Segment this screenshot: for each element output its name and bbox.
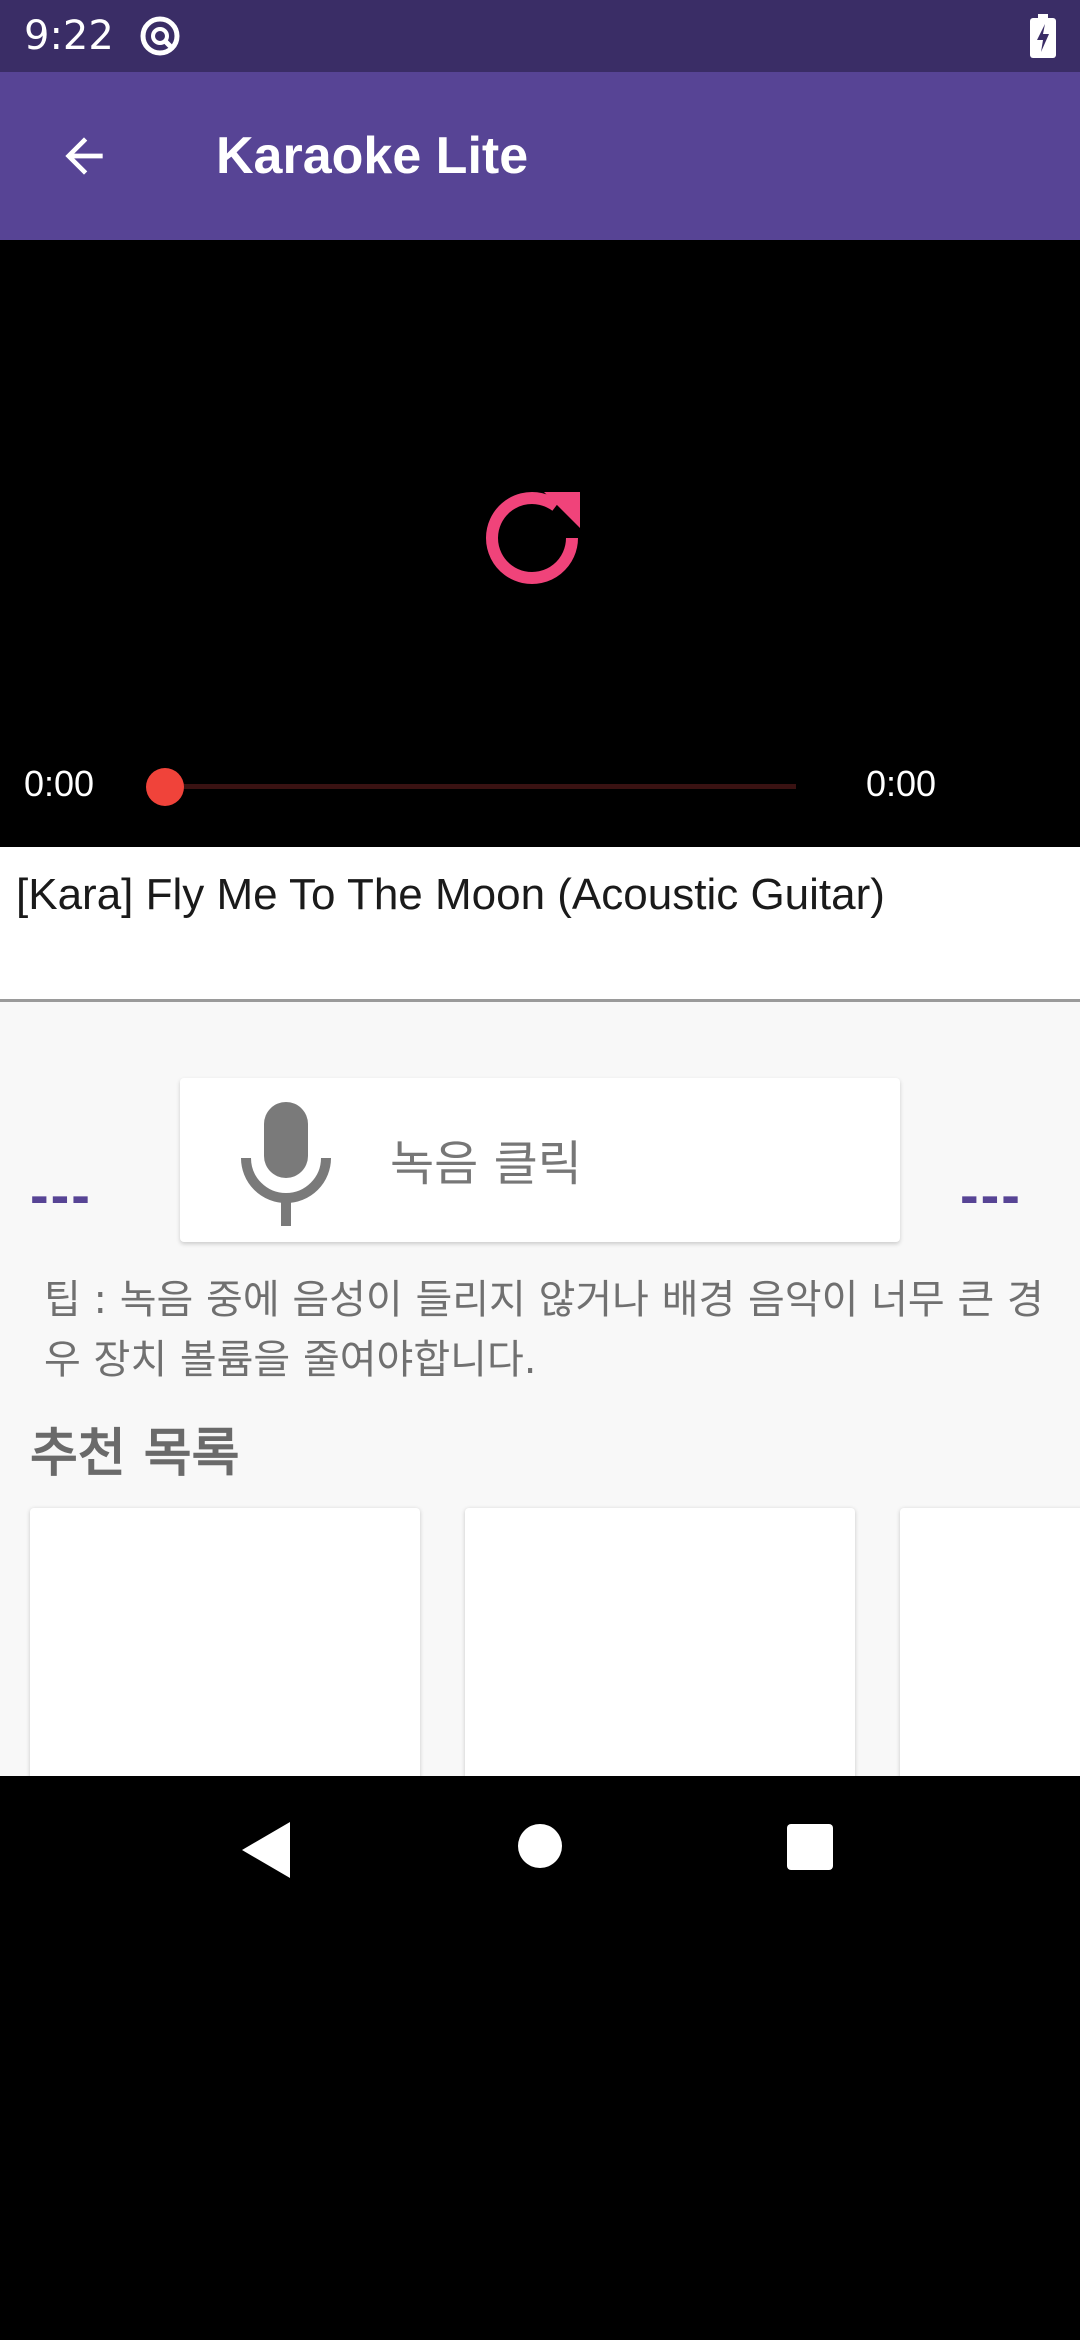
video-title-panel: [Kara] Fly Me To The Moon (Acoustic Guit… <box>0 847 1080 1002</box>
nav-back-icon[interactable] <box>242 1822 292 1878</box>
battery-charging-icon <box>1030 14 1056 58</box>
app-title: Karaoke Lite <box>216 127 529 185</box>
sync-icon <box>140 16 180 56</box>
status-bar: 9:22 <box>0 0 1080 72</box>
back-button[interactable] <box>40 112 128 200</box>
main-content: --- 녹음 클릭 --- 팁 : 녹음 중에 음성이 들리지 않거나 배경 음… <box>0 1002 1080 1776</box>
recommendation-card[interactable] <box>465 1508 855 1776</box>
level-indicator-right: --- <box>960 1163 1022 1226</box>
microphone-icon <box>241 1102 331 1226</box>
system-nav-bar <box>0 1776 1080 1922</box>
current-time: 0:00 <box>24 763 95 804</box>
recommendations-title: 추천 목록 <box>30 1424 240 1484</box>
seek-thumb[interactable] <box>146 768 184 806</box>
video-player[interactable]: 0:00 0:00 <box>0 240 1080 1054</box>
seek-bar[interactable] <box>164 784 796 789</box>
record-button[interactable]: 녹음 클릭 <box>180 1078 900 1242</box>
record-label: 녹음 클릭 <box>390 1136 582 1192</box>
level-indicator-left: --- <box>30 1163 92 1226</box>
tip-text: 팁 : 녹음 중에 음성이 들리지 않거나 배경 음악이 너무 큰 경우 장치 … <box>44 1277 1044 1383</box>
replay-icon[interactable] <box>480 478 600 598</box>
video-title: [Kara] Fly Me To The Moon (Acoustic Guit… <box>16 870 885 919</box>
status-time: 9:22 <box>24 13 114 59</box>
total-time: 0:00 <box>866 763 937 804</box>
nav-home-icon[interactable] <box>518 1824 562 1868</box>
arrow-left-icon <box>65 137 103 175</box>
app-bar: Karaoke Lite <box>0 72 1080 240</box>
recommendation-card[interactable] <box>30 1508 420 1776</box>
recommendation-card[interactable] <box>900 1508 1080 1776</box>
nav-recents-icon[interactable] <box>787 1824 833 1870</box>
